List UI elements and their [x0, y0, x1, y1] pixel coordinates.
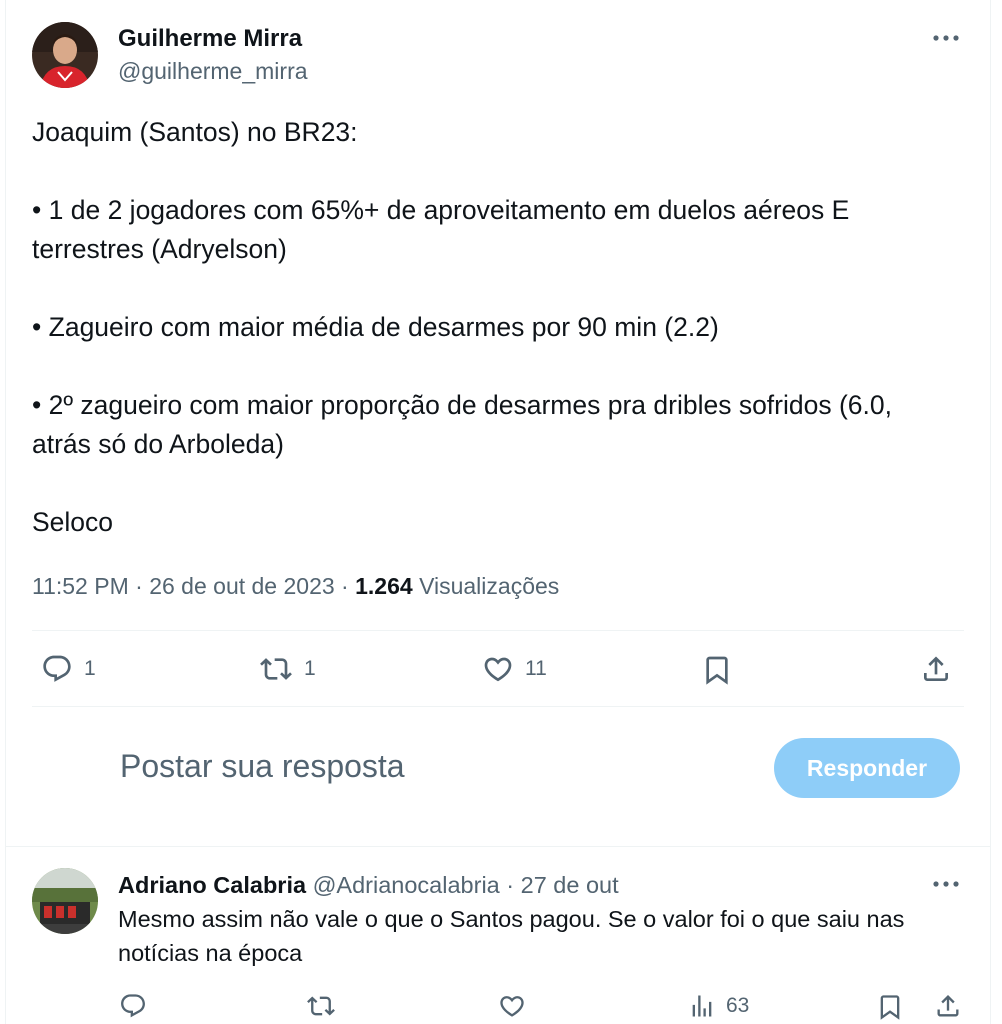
retweet-icon	[307, 996, 335, 1016]
share-icon	[924, 656, 948, 681]
reply-author-handle[interactable]: @Adrianocalabria	[313, 872, 500, 898]
reply-date[interactable]: 27 de out	[521, 872, 619, 898]
reply-count: 1	[84, 657, 96, 680]
bookmark-icon	[880, 995, 900, 1020]
views-count: 63	[726, 994, 750, 1017]
reply-text-line: Mesmo assim não vale o que o Santos pago…	[118, 906, 905, 932]
heart-icon	[500, 996, 524, 1017]
reply-header: Adriano Calabria @Adrianocalabria · 27 d…	[118, 872, 619, 899]
bookmark-button[interactable]	[701, 653, 733, 687]
tweet-line: • 1 de 2 jogadores com 65%+ de aproveita…	[32, 195, 850, 225]
tweet-line: Seloco	[32, 507, 114, 537]
retweet-button[interactable]: 1	[258, 653, 316, 685]
avatar[interactable]	[32, 868, 98, 934]
frame-border-right	[990, 0, 991, 1024]
analytics-icon	[692, 995, 712, 1017]
reply-button[interactable]	[118, 992, 148, 1020]
divider	[32, 630, 964, 631]
avatar[interactable]	[32, 22, 98, 88]
share-button[interactable]	[934, 992, 962, 1020]
like-count: 11	[525, 657, 547, 680]
tweet-line: terrestres (Adryelson)	[32, 234, 287, 264]
views-count: 1.264	[355, 573, 413, 599]
views-button[interactable]: 63	[688, 992, 749, 1020]
reply-icon	[43, 655, 71, 682]
tweet-date[interactable]: 26 de out de 2023	[149, 573, 334, 599]
respond-button[interactable]: Responder	[774, 738, 960, 798]
like-button[interactable]: 11	[481, 653, 547, 685]
tweet-line: Joaquim (Santos) no BR23:	[32, 117, 358, 147]
reply-input[interactable]: Postar sua resposta	[120, 748, 405, 785]
tweet-line: • Zagueiro com maior média de desarmes p…	[32, 312, 719, 342]
divider	[32, 706, 964, 707]
tweet-line: • 2º zagueiro com maior proporção de des…	[32, 390, 892, 420]
bookmark-icon	[706, 656, 728, 685]
separator: ·	[506, 872, 515, 898]
separator: ·	[341, 573, 349, 599]
reply-icon	[121, 994, 145, 1018]
reply-text-line: notícias na época	[118, 940, 303, 966]
author-handle[interactable]: @guilherme_mirra	[118, 58, 308, 85]
frame-border-left	[5, 0, 6, 1024]
reply-author-name[interactable]: Adriano Calabria	[118, 872, 306, 898]
tweet-time[interactable]: 11:52 PM	[32, 573, 129, 599]
tweet-line: atrás só do Arboleda)	[32, 429, 284, 459]
separator: ·	[135, 573, 143, 599]
share-button[interactable]	[920, 653, 952, 685]
tweet-text: Joaquim (Santos) no BR23: • 1 de 2 jogad…	[32, 113, 972, 542]
bookmark-button[interactable]	[876, 992, 904, 1022]
heart-icon	[484, 657, 512, 682]
retweet-count: 1	[304, 657, 316, 680]
share-icon	[937, 995, 959, 1017]
views-label: Visualizações	[419, 573, 560, 599]
author-name[interactable]: Guilherme Mirra	[118, 25, 302, 53]
more-horizontal-icon[interactable]	[931, 874, 961, 894]
reply-button[interactable]: 1	[40, 653, 96, 685]
retweet-button[interactable]	[305, 992, 337, 1020]
more-horizontal-icon[interactable]	[931, 28, 961, 48]
divider	[5, 846, 990, 847]
tweet-metadata: 11:52 PM · 26 de out de 2023 · 1.264 Vis…	[32, 573, 559, 600]
retweet-icon	[260, 658, 292, 680]
like-button[interactable]	[497, 992, 527, 1020]
